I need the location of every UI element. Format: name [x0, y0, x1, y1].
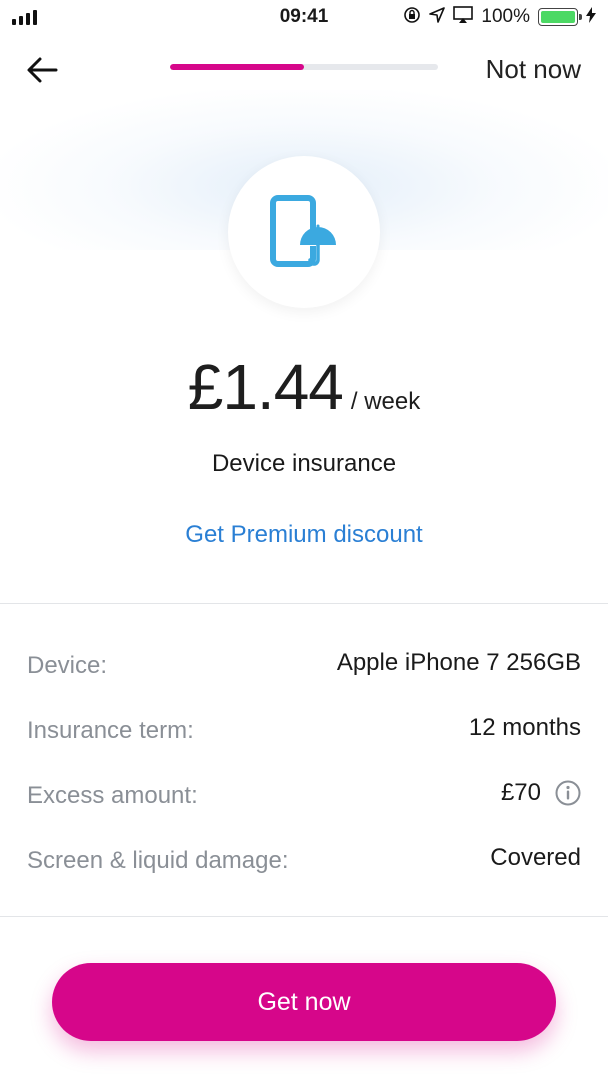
price-period: / week: [350, 388, 421, 415]
detail-row-excess: Excess amount: £70: [0, 770, 608, 835]
phone-umbrella-icon: [270, 195, 337, 267]
device-value: Apple iPhone 7 256GB: [336, 649, 581, 676]
detail-row-device: Device: Apple iPhone 7 256GB: [0, 640, 608, 705]
get-now-button[interactable]: Get now: [52, 963, 556, 1041]
back-arrow-icon: [27, 57, 58, 83]
status-bar: 09:41 100%: [0, 0, 608, 34]
location-icon: [429, 6, 446, 28]
divider-top: [0, 603, 608, 604]
signal-icon: [12, 9, 37, 25]
orientation-lock-icon: [403, 6, 421, 29]
battery-percent: 100%: [481, 6, 530, 27]
header: Not now: [0, 40, 608, 96]
details-list: Device: Apple iPhone 7 256GB Insurance t…: [0, 640, 608, 900]
not-now-button[interactable]: Not now: [486, 54, 581, 85]
detail-label: Device:: [27, 652, 108, 679]
info-icon[interactable]: [555, 780, 581, 806]
airplay-icon: [453, 5, 474, 29]
product-name: Device insurance: [211, 450, 397, 477]
detail-value: Apple iPhone 7 256GB: [337, 649, 581, 677]
progress-fill: [170, 64, 304, 70]
detail-row-damage: Screen & liquid damage: Covered: [0, 835, 608, 900]
premium-discount-link[interactable]: Get Premium discount: [0, 521, 608, 549]
detail-value: 12 months: [469, 714, 581, 742]
back-button[interactable]: [22, 50, 62, 90]
hero-icon-circle: [228, 156, 380, 308]
divider-bottom: [0, 916, 608, 917]
price: £1.44: [187, 351, 344, 423]
progress-bar: [170, 64, 438, 70]
detail-value: Covered: [490, 844, 581, 872]
detail-label: Excess amount:: [27, 782, 198, 809]
charging-icon: [586, 7, 596, 27]
term-value: 12 months: [468, 714, 581, 741]
status-right: 100%: [403, 5, 596, 29]
detail-row-term: Insurance term: 12 months: [0, 705, 608, 770]
battery-icon: [538, 8, 582, 26]
excess-value: £70: [500, 779, 541, 806]
detail-value: £70: [501, 779, 581, 807]
damage-value: Covered: [490, 844, 581, 871]
detail-label: Insurance term:: [27, 717, 194, 744]
price-row: £1.44 / week: [0, 350, 608, 424]
detail-label: Screen & liquid damage:: [27, 847, 289, 874]
